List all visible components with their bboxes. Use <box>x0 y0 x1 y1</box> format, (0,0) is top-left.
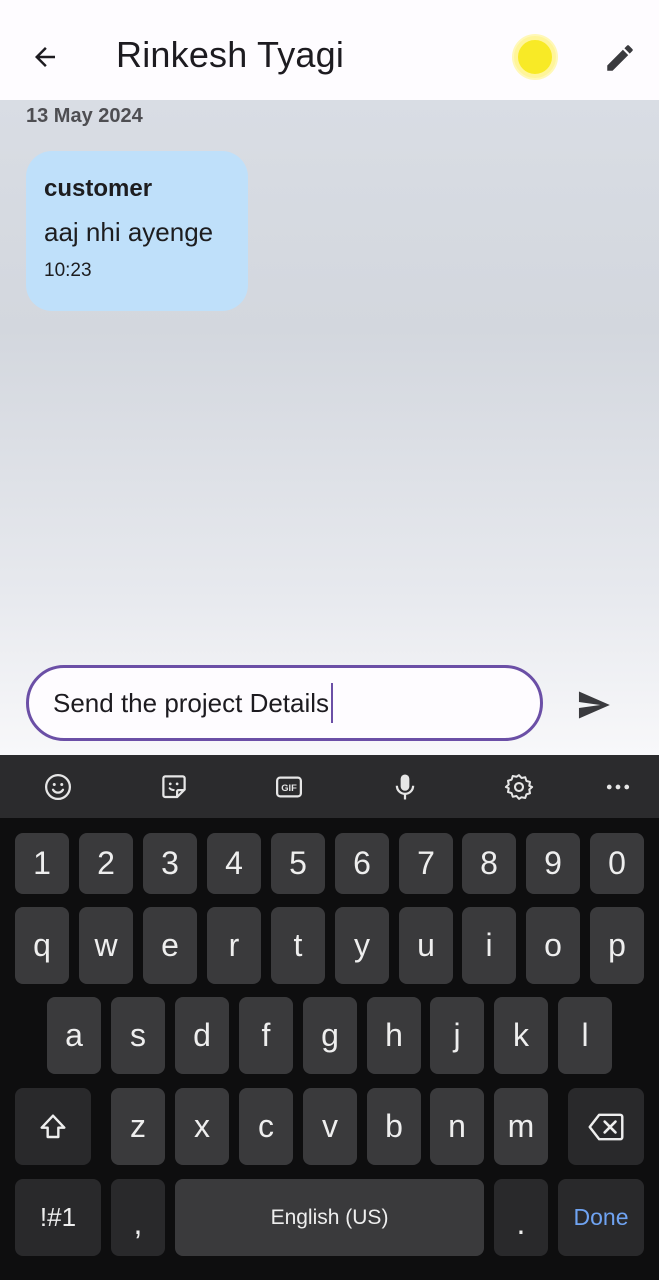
send-button[interactable] <box>572 683 616 727</box>
key-6[interactable]: 6 <box>335 833 389 894</box>
keyboard-keys: 1 2 3 4 5 6 7 8 9 0 q w e r t y u i o p … <box>0 818 659 1280</box>
keyboard-toolbar: GIF <box>0 755 659 818</box>
key-v[interactable]: v <box>303 1088 357 1165</box>
more-options-button[interactable] <box>598 767 638 807</box>
send-icon <box>578 691 610 719</box>
backspace-key[interactable] <box>568 1088 644 1165</box>
date-separator: 13 May 2024 <box>26 105 143 127</box>
pencil-icon <box>607 45 633 71</box>
key-p[interactable]: p <box>590 907 644 984</box>
emoji-icon <box>45 774 71 800</box>
back-button[interactable] <box>22 34 68 80</box>
gif-button[interactable]: GIF <box>269 767 309 807</box>
key-q[interactable]: q <box>15 907 69 984</box>
symbols-key[interactable]: !#1 <box>15 1179 101 1256</box>
key-u[interactable]: u <box>399 907 453 984</box>
message-text: aaj nhi ayenge <box>44 217 214 247</box>
key-e[interactable]: e <box>143 907 197 984</box>
more-icon <box>606 784 630 790</box>
key-a[interactable]: a <box>47 997 101 1074</box>
settings-icon <box>504 774 534 800</box>
key-9[interactable]: 9 <box>526 833 580 894</box>
backspace-icon <box>588 1113 624 1140</box>
message-bubble[interactable]: customer aaj nhi ayenge 10:23 <box>26 151 248 311</box>
message-input-text: Send the project Details <box>53 687 330 718</box>
on-screen-keyboard: GIF 1 2 3 4 5 6 7 8 9 0 q w e r t y u i … <box>0 755 659 1280</box>
shift-icon <box>40 1113 66 1138</box>
key-s[interactable]: s <box>111 997 165 1074</box>
key-c[interactable]: c <box>239 1088 293 1165</box>
period-key[interactable]: . <box>494 1179 548 1256</box>
keyboard-settings-button[interactable] <box>499 767 539 807</box>
gif-icon: GIF <box>276 776 302 798</box>
space-key[interactable]: English (US) <box>175 1179 484 1256</box>
key-7[interactable]: 7 <box>399 833 453 894</box>
key-z[interactable]: z <box>111 1088 165 1165</box>
text-caret <box>331 683 334 723</box>
key-f[interactable]: f <box>239 997 293 1074</box>
key-4[interactable]: 4 <box>207 833 261 894</box>
key-w[interactable]: w <box>79 907 133 984</box>
key-5[interactable]: 5 <box>271 833 325 894</box>
edit-button[interactable] <box>598 36 642 80</box>
done-key[interactable]: Done <box>558 1179 644 1256</box>
key-8[interactable]: 8 <box>462 833 516 894</box>
key-y[interactable]: y <box>335 907 389 984</box>
comma-key[interactable]: , <box>111 1179 165 1256</box>
key-d[interactable]: d <box>175 997 229 1074</box>
key-r[interactable]: r <box>207 907 261 984</box>
key-l[interactable]: l <box>558 997 612 1074</box>
contact-name: Rinkesh Tyagi <box>116 34 345 75</box>
key-g[interactable]: g <box>303 997 357 1074</box>
key-k[interactable]: k <box>494 997 548 1074</box>
key-h[interactable]: h <box>367 997 421 1074</box>
key-3[interactable]: 3 <box>143 833 197 894</box>
key-0[interactable]: 0 <box>590 833 644 894</box>
emoji-button[interactable] <box>38 767 78 807</box>
chat-area: 13 May 2024 customer aaj nhi ayenge 10:2… <box>0 100 659 755</box>
arrow-left-icon <box>35 47 55 67</box>
message-sender: customer <box>44 175 153 202</box>
sticker-button[interactable] <box>154 767 194 807</box>
voice-input-button[interactable] <box>385 767 425 807</box>
app-bar: Rinkesh Tyagi <box>0 0 659 100</box>
key-b[interactable]: b <box>367 1088 421 1165</box>
status-indicator[interactable] <box>514 36 556 78</box>
key-x[interactable]: x <box>175 1088 229 1165</box>
shift-key[interactable] <box>15 1088 91 1165</box>
key-1[interactable]: 1 <box>15 833 69 894</box>
message-time: 10:23 <box>44 260 92 281</box>
key-n[interactable]: n <box>430 1088 484 1165</box>
key-t[interactable]: t <box>271 907 325 984</box>
key-i[interactable]: i <box>462 907 516 984</box>
svg-text:GIF: GIF <box>281 783 297 793</box>
message-input[interactable]: Send the project Details <box>26 665 543 741</box>
key-j[interactable]: j <box>430 997 484 1074</box>
key-2[interactable]: 2 <box>79 833 133 894</box>
microphone-icon <box>395 774 415 800</box>
key-m[interactable]: m <box>494 1088 548 1165</box>
sticker-icon <box>162 775 186 799</box>
key-o[interactable]: o <box>526 907 580 984</box>
